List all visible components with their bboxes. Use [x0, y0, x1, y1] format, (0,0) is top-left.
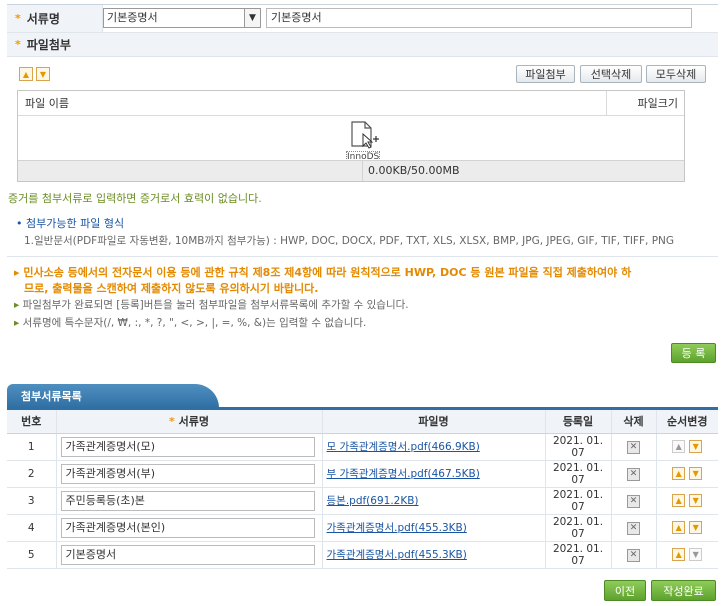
row-doc-name-input[interactable]: 가족관계증명서(본인)	[60, 517, 315, 538]
header-order: 순서변경	[656, 410, 718, 434]
row-date: 2021. 01. 07	[545, 460, 612, 488]
header-file-name: 파일명	[322, 410, 546, 434]
upload-header: 파일 이름 파일크기	[18, 91, 684, 116]
info-text-1: ▸ 파일첨부가 완료되면 [등록]버튼을 눌러 첨부파일을 첨부서류목록에 추가…	[14, 299, 409, 311]
row-file-link[interactable]: 부 가족관계증명서.pdf(467.5KB)	[323, 468, 480, 480]
delete-selected-button[interactable]: 선택삭제	[580, 65, 642, 83]
prev-button[interactable]: 이전	[604, 580, 646, 601]
delete-icon[interactable]: ✕	[627, 494, 640, 508]
evidence-note: 증거를 첨부서류로 입력하면 증거로서 효력이 없습니다.	[8, 192, 262, 205]
attached-docs-table: 번호 * 서류명 파일명 등록일 삭제 순서변경 1 가족관계증명서(모) 모 가족…	[7, 410, 718, 569]
formats-title: • 첨부가능한 파일 형식	[16, 217, 125, 230]
row-file-link[interactable]: 가족관계증명서.pdf(455.3KB)	[323, 549, 467, 561]
file-attach-row: * 파일첨부	[7, 33, 718, 57]
tab-attached-docs[interactable]: 첨부서류목록	[7, 384, 219, 408]
header-no: 번호	[7, 410, 57, 434]
doc-type-select[interactable]: 기본증명서 ▼	[103, 8, 261, 28]
table-row: 1 가족관계증명서(모) 모 가족관계증명서.pdf(466.9KB) 2021. 0…	[7, 433, 718, 461]
move-down-icon[interactable]: ▼	[689, 548, 703, 561]
row-no: 4	[7, 514, 57, 542]
move-up-icon[interactable]: ▲	[672, 548, 686, 561]
move-up-icon[interactable]: ▲	[19, 67, 33, 81]
row-file-link[interactable]: 모 가족관계증명서.pdf(466.9KB)	[323, 441, 480, 453]
required-star-icon: *	[15, 12, 21, 25]
row-doc-name-input[interactable]: 가족관계증명서(모)	[60, 436, 315, 457]
row-doc-name-input[interactable]: 가족관계증명서(부)	[60, 463, 315, 484]
col-filesize: 파일크기	[606, 91, 684, 115]
row-no: 1	[7, 433, 57, 461]
upload-usage-bar: 0.00KB/50.00MB	[18, 160, 684, 181]
move-up-icon[interactable]: ▲	[672, 467, 686, 480]
delete-all-button[interactable]: 모두삭제	[646, 65, 706, 83]
drop-target-icon[interactable]: InnoDS	[346, 120, 380, 163]
delete-icon[interactable]: ✕	[627, 467, 640, 481]
header-doc-name: * 서류명	[56, 410, 323, 434]
header-delete: 삭제	[611, 410, 657, 434]
header-date: 등록일	[545, 410, 612, 434]
move-down-icon[interactable]: ▼	[689, 467, 703, 480]
table-row: 3 주민등록등(초)본 등본.pdf(691.2KB) 2021. 01. 07 ✕ ▲ ▼	[7, 487, 718, 515]
move-down-icon[interactable]: ▼	[36, 67, 50, 81]
upload-usage: 0.00KB/50.00MB	[368, 164, 460, 177]
table-row: 5 기본증명서 가족관계증명서.pdf(455.3KB) 2021. 01. 07 ✕ ▲…	[7, 541, 718, 569]
move-up-icon[interactable]: ▲	[672, 440, 686, 453]
row-no: 2	[7, 460, 57, 488]
move-up-icon[interactable]: ▲	[672, 494, 686, 507]
row-date: 2021. 01. 07	[545, 541, 612, 569]
row-file-link[interactable]: 등본.pdf(691.2KB)	[323, 495, 419, 507]
row-date: 2021. 01. 07	[545, 433, 612, 461]
row-doc-name-input[interactable]: 기본증명서	[60, 544, 315, 565]
delete-icon[interactable]: ✕	[627, 440, 640, 454]
move-down-icon[interactable]: ▼	[689, 494, 703, 507]
delete-icon[interactable]: ✕	[627, 548, 640, 562]
table-row: 2 가족관계증명서(부) 부 가족관계증명서.pdf(467.5KB) 2021. 0…	[7, 460, 718, 488]
doc-name-input[interactable]: 기본증명서	[266, 8, 692, 28]
row-doc-name-input[interactable]: 주민등록등(초)본	[60, 490, 315, 511]
doc-name-label: * 서류명	[7, 5, 103, 32]
table-row: 4 가족관계증명서(본인) 가족관계증명서.pdf(455.3KB) 2021. 01…	[7, 514, 718, 542]
row-date: 2021. 01. 07	[545, 514, 612, 542]
move-up-icon[interactable]: ▲	[672, 521, 686, 534]
delete-icon[interactable]: ✕	[627, 521, 640, 535]
file-upload-area[interactable]: 파일 이름 파일크기 InnoDS 0.00KB/50.00MB	[17, 90, 685, 182]
col-filename: 파일 이름	[25, 97, 69, 110]
attach-file-button[interactable]: 파일첨부	[516, 65, 575, 83]
move-down-icon[interactable]: ▼	[689, 521, 703, 534]
required-star-icon: *	[15, 38, 21, 51]
row-file-link[interactable]: 가족관계증명서.pdf(455.3KB)	[323, 522, 467, 534]
register-button[interactable]: 등 록	[671, 343, 716, 363]
row-date: 2021. 01. 07	[545, 487, 612, 515]
table-header-row: 번호 * 서류명 파일명 등록일 삭제 순서변경	[7, 410, 718, 434]
info-text-2: ▸ 서류명에 특수문자(/, ₩, :, *, ?, ", <, >, |, =…	[14, 317, 367, 329]
row-no: 5	[7, 541, 57, 569]
formats-detail: 1.일반문서(PDF파일로 자동변환, 10MB까지 첨부가능) : HWP, …	[24, 235, 675, 247]
warning-text-2: 므로, 출력물을 스캔하여 제출하지 않도록 유의하시기 바랍니다.	[24, 282, 319, 295]
move-down-icon[interactable]: ▼	[689, 440, 703, 453]
warning-text-1: ▸ 민사소송 등에서의 전자문서 이용 등에 관한 규칙 제8조 제4항에 따라…	[14, 266, 632, 279]
complete-button[interactable]: 작성완료	[651, 580, 716, 601]
chevron-down-icon[interactable]: ▼	[244, 9, 260, 27]
row-no: 3	[7, 487, 57, 515]
